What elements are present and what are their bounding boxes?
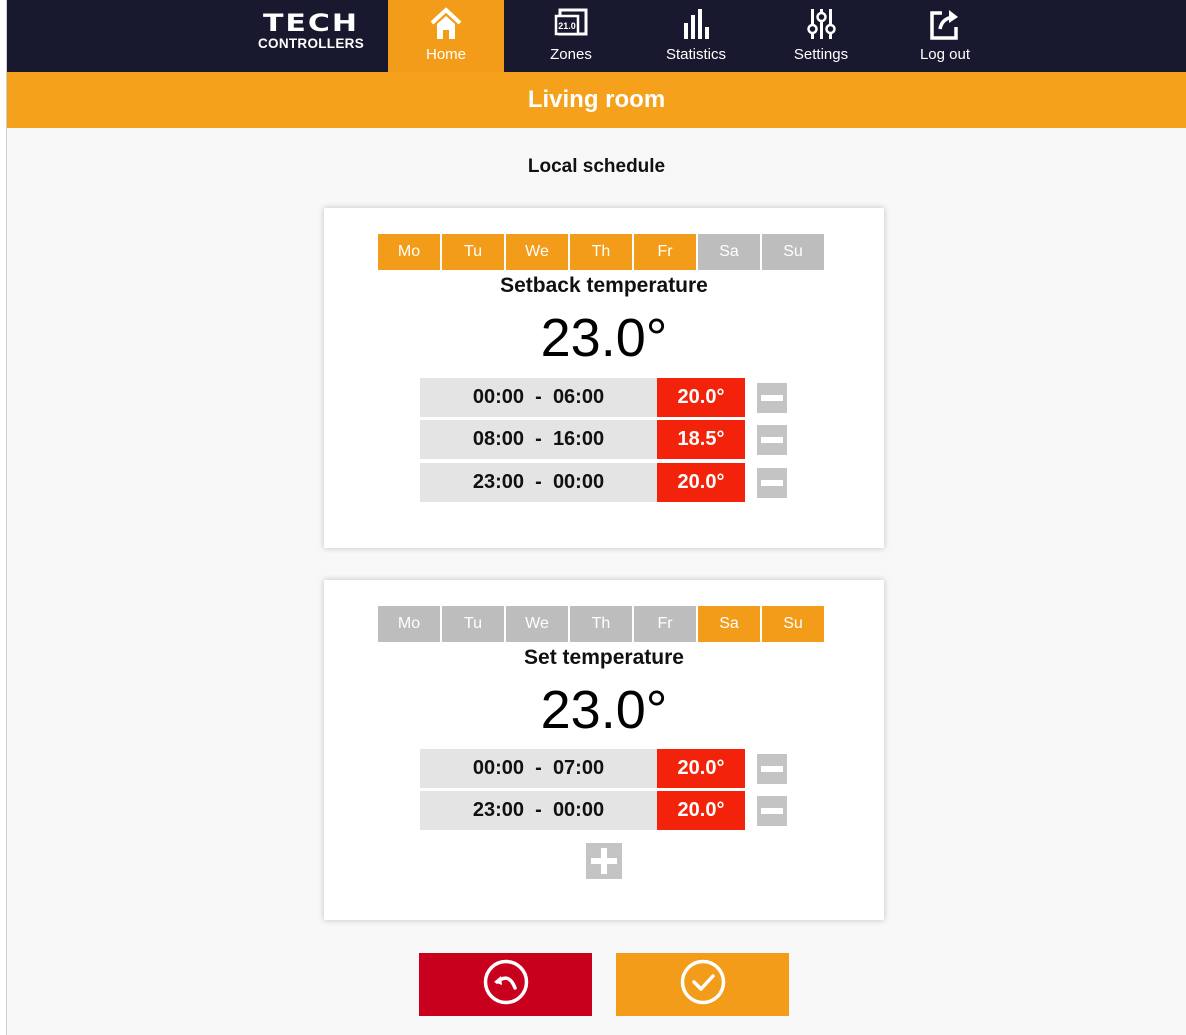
day-toggle-fr[interactable]: Fr xyxy=(634,606,696,642)
page-title: Living room xyxy=(7,72,1186,128)
remove-interval-button[interactable] xyxy=(757,754,787,784)
zones-icon: 21.0 xyxy=(513,6,629,42)
nav-zones-label: Zones xyxy=(550,46,592,63)
day-toggle-tu[interactable]: Tu xyxy=(442,606,504,642)
schedule-label: Setback temperature xyxy=(500,274,708,297)
interval-temperature[interactable]: 20.0° xyxy=(657,463,745,502)
nav-home-label: Home xyxy=(425,46,466,63)
day-toggle-sa[interactable]: Sa xyxy=(698,606,760,642)
interval-time[interactable]: 00:00 - 06:00 xyxy=(420,378,657,417)
logo-subtitle: CONTROLLERS xyxy=(257,36,365,51)
remove-interval-button[interactable] xyxy=(757,383,787,413)
interval-start: 23:00 xyxy=(472,471,525,493)
home-icon xyxy=(388,6,504,42)
interval-temperature[interactable]: 20.0° xyxy=(657,791,745,830)
nav-logout-label: Log out xyxy=(919,46,971,63)
interval-start: 00:00 xyxy=(472,757,525,779)
interval-end: 07:00 xyxy=(552,757,605,779)
interval-start: 00:00 xyxy=(472,386,525,408)
nav-statistics[interactable]: Statistics xyxy=(638,0,754,72)
schedule-card-weekend: Mo Tu We Th Fr Sa Su Set temperature 23.… xyxy=(324,580,884,920)
day-toggle-mo[interactable]: Mo xyxy=(378,234,440,270)
day-toggle-mo[interactable]: Mo xyxy=(378,606,440,642)
logo-wordmark: TECH xyxy=(262,9,360,38)
interval-start: 08:00 xyxy=(472,428,525,450)
settings-sliders-icon xyxy=(763,6,879,42)
top-navigation-bar: TECH CONTROLLERS Home 21.0 Zones Statist… xyxy=(7,0,1186,72)
interval-temperature[interactable]: 18.5° xyxy=(657,420,745,459)
day-toggle-sa[interactable]: Sa xyxy=(698,234,760,270)
add-interval-button[interactable] xyxy=(586,843,622,879)
section-heading: Local schedule xyxy=(527,156,666,177)
nav-settings[interactable]: Settings xyxy=(763,0,879,72)
zones-icon-text: 21.0 xyxy=(558,21,576,31)
day-toggle-th[interactable]: Th xyxy=(570,234,632,270)
interval-time[interactable]: 00:00 - 07:00 xyxy=(420,749,657,788)
interval-time[interactable]: 23:00 - 00:00 xyxy=(420,791,657,830)
remove-interval-button[interactable] xyxy=(757,796,787,826)
interval-temperature[interactable]: 20.0° xyxy=(657,749,745,788)
logout-icon xyxy=(887,6,1003,42)
interval-end: 00:00 xyxy=(552,799,605,821)
day-selector: Mo Tu We Th Fr Sa Su xyxy=(378,234,824,270)
remove-interval-button[interactable] xyxy=(757,468,787,498)
schedule-card-weekdays: Mo Tu We Th Fr Sa Su Setback temperature… xyxy=(324,208,884,548)
interval-end: 16:00 xyxy=(552,428,605,450)
check-circle-icon xyxy=(679,958,727,1011)
nav-logout[interactable]: Log out xyxy=(887,0,1003,72)
day-toggle-su[interactable]: Su xyxy=(762,606,824,642)
interval-time[interactable]: 23:00 - 00:00 xyxy=(420,463,657,502)
back-button[interactable] xyxy=(419,953,592,1016)
day-toggle-su[interactable]: Su xyxy=(762,234,824,270)
nav-home[interactable]: Home xyxy=(388,0,504,72)
day-toggle-we[interactable]: We xyxy=(506,606,568,642)
day-toggle-th[interactable]: Th xyxy=(570,606,632,642)
interval-end: 00:00 xyxy=(552,471,605,493)
tech-controllers-logo[interactable]: TECH CONTROLLERS xyxy=(253,12,369,60)
statistics-icon xyxy=(638,6,754,42)
schedule-label: Set temperature xyxy=(524,646,684,669)
nav-statistics-label: Statistics xyxy=(665,46,726,63)
interval-start: 23:00 xyxy=(472,799,525,821)
day-toggle-tu[interactable]: Tu xyxy=(442,234,504,270)
nav-settings-label: Settings xyxy=(793,46,849,63)
interval-end: 06:00 xyxy=(552,386,605,408)
interval-temperature[interactable]: 20.0° xyxy=(657,378,745,417)
interval-time[interactable]: 08:00 - 16:00 xyxy=(420,420,657,459)
day-toggle-fr[interactable]: Fr xyxy=(634,234,696,270)
window-left-edge xyxy=(0,0,7,1035)
schedule-temperature[interactable]: 23.0° xyxy=(324,680,884,740)
day-toggle-we[interactable]: We xyxy=(506,234,568,270)
schedule-temperature[interactable]: 23.0° xyxy=(324,308,884,368)
confirm-button[interactable] xyxy=(616,953,789,1016)
nav-zones[interactable]: 21.0 Zones xyxy=(513,0,629,72)
undo-circle-icon xyxy=(482,958,530,1011)
day-selector: Mo Tu We Th Fr Sa Su xyxy=(378,606,824,642)
remove-interval-button[interactable] xyxy=(757,425,787,455)
